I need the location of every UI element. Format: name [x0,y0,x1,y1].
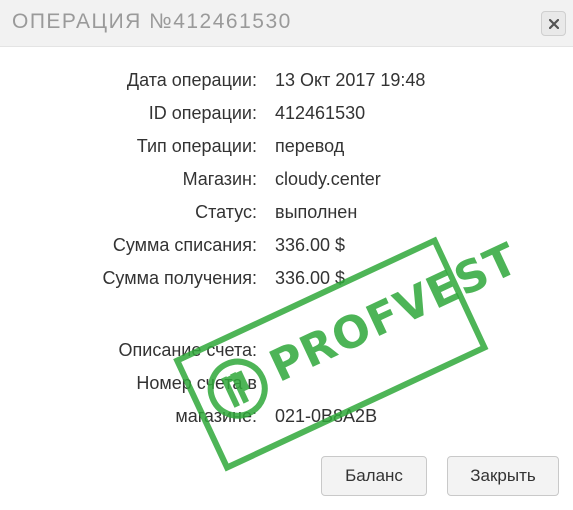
detail-row-invoice-number: Номер счета в [0,369,573,402]
detail-label: Описание счета: [118,340,257,360]
detail-row-debit: Сумма списания: 336.00 $ [0,231,573,264]
detail-label: магазине: [175,406,257,426]
detail-row-status: Статус: выполнен [0,198,573,231]
detail-value: 336.00 $ [275,235,346,255]
detail-value: выполнен [275,202,358,222]
detail-label: Магазин: [182,169,257,189]
detail-row-description: Описание счета: [0,336,573,369]
dialog-title: ОПЕРАЦИЯ №412461530 [12,10,292,33]
detail-label: Статус: [195,202,257,222]
detail-row-invoice-shop: магазине: 021-0B8A2B [0,402,573,435]
close-x-icon [549,19,559,29]
invoice-details: Описание счета: Номер счета в магазине: … [0,336,573,435]
detail-row-type: Тип операции: перевод [0,132,573,165]
detail-label: Сумма списания: [112,235,257,255]
detail-label: Сумма получения: [102,268,257,288]
detail-label: Тип операции: [136,136,257,156]
dialog-header: ОПЕРАЦИЯ №412461530 [0,0,573,47]
detail-label: Дата операции: [126,70,257,90]
operation-dialog: ОПЕРАЦИЯ №412461530 Дата операции: 13 Ок… [0,0,573,510]
detail-value: 412461530 [275,103,366,123]
detail-value: 021-0B8A2B [275,406,378,426]
detail-label: ID операции: [148,103,257,123]
balance-button[interactable]: Баланс [321,456,427,496]
detail-value: 336.00 $ [275,268,346,288]
operation-details: Дата операции: 13 Окт 2017 19:48 ID опер… [0,66,573,297]
close-dialog-button[interactable]: Закрыть [447,456,559,496]
detail-row-credit: Сумма получения: 336.00 $ [0,264,573,297]
detail-row-date: Дата операции: 13 Окт 2017 19:48 [0,66,573,99]
detail-row-shop: Магазин: cloudy.center [0,165,573,198]
close-button[interactable] [541,11,566,36]
detail-row-id: ID операции: 412461530 [0,99,573,132]
detail-value: cloudy.center [275,169,381,189]
detail-value: 13 Окт 2017 19:48 [275,70,426,90]
detail-value: перевод [275,136,345,156]
detail-label: Номер счета в [136,373,257,393]
